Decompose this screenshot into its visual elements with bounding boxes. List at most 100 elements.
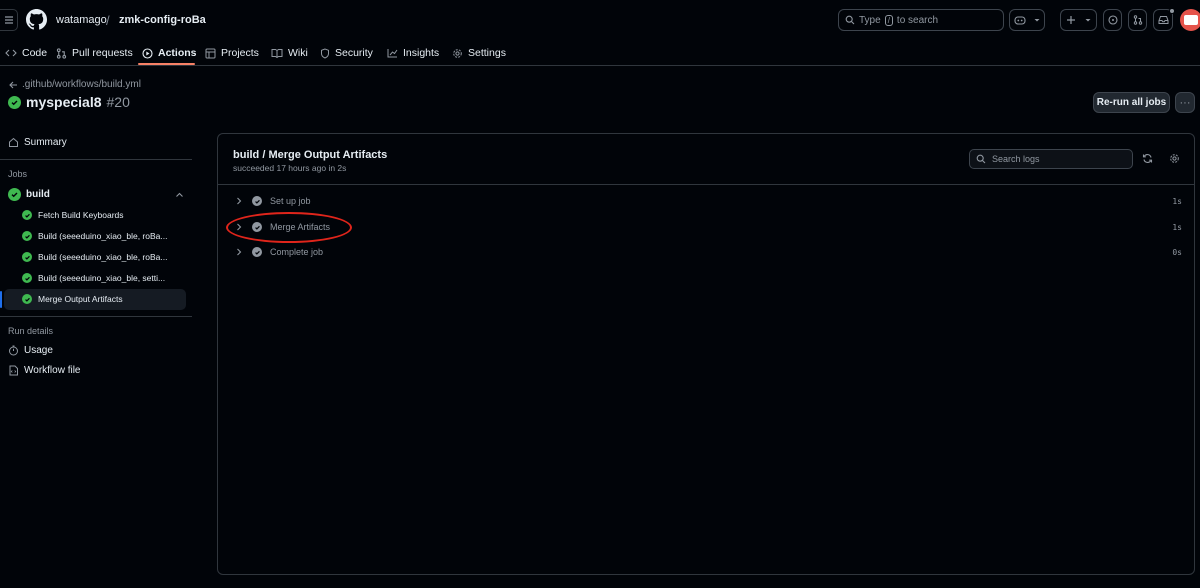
- run-details-heading: Run details: [8, 326, 54, 336]
- sidebar-divider: [0, 316, 192, 317]
- job-title: build / Merge Output Artifacts: [233, 149, 388, 161]
- top-bar: watamago / zmk-config-roBa Type / to sea…: [0, 0, 1200, 40]
- graph-icon: [387, 49, 398, 58]
- github-logo-icon[interactable]: [26, 9, 47, 30]
- more-options-button[interactable]: ···: [1175, 92, 1195, 113]
- search-logs-placeholder: Search logs: [992, 154, 1040, 164]
- sidebar-job-merge-output-artifacts[interactable]: Merge Output Artifacts: [22, 289, 123, 309]
- tab-security[interactable]: Security: [320, 44, 373, 62]
- search-logs-input[interactable]: Search logs: [969, 149, 1133, 169]
- sidebar-job-build-2[interactable]: Build (seeeduino_xiao_ble, roBa...: [22, 247, 167, 267]
- issue-opened-icon: [1107, 15, 1118, 25]
- chevron-down-icon: [1034, 19, 1040, 22]
- check-circle-icon: [8, 95, 21, 109]
- tab-code[interactable]: Code: [5, 44, 47, 62]
- search-shortcut-key: /: [884, 14, 893, 26]
- job-logs-panel: build / Merge Output Artifacts succeeded…: [217, 133, 1195, 575]
- workflow-path: .github/workflows/build.yml: [22, 79, 141, 90]
- copilot-button[interactable]: [1009, 9, 1045, 31]
- job-group-label: build: [26, 189, 50, 200]
- sidebar-job-build-3[interactable]: Build (seeeduino_xiao_ble, setti...: [22, 268, 165, 288]
- step-name: Complete job: [270, 247, 324, 257]
- sidebar-item-workflow-file[interactable]: Workflow file: [8, 365, 81, 376]
- step-row-set-up-job[interactable]: Set up job 1s: [234, 192, 1182, 210]
- inbox-icon: [1158, 16, 1168, 24]
- rerun-all-jobs-button[interactable]: Re-run all jobs: [1093, 92, 1170, 113]
- git-pull-request-icon: [56, 47, 67, 59]
- step-row-complete-job[interactable]: Complete job 0s: [234, 243, 1182, 261]
- step-row-merge-artifacts[interactable]: Merge Artifacts 1s: [234, 218, 1182, 236]
- step-name: Set up job: [270, 196, 311, 206]
- sidebar-job-build-1[interactable]: Build (seeeduino_xiao_ble, roBa...: [22, 226, 167, 246]
- issues-button[interactable]: [1103, 9, 1122, 31]
- chevron-right-icon: [237, 197, 242, 205]
- tab-actions[interactable]: Actions: [142, 44, 197, 62]
- menu-button[interactable]: [0, 9, 18, 31]
- run-name: myspecial8: [26, 94, 102, 110]
- search-icon: [976, 154, 986, 164]
- jobs-heading: Jobs: [8, 169, 28, 179]
- stopwatch-icon: [9, 345, 18, 356]
- play-icon: [142, 47, 153, 59]
- sidebar-item-summary[interactable]: Summary: [8, 137, 67, 148]
- search-icon: [845, 15, 855, 25]
- check-circle-icon: [22, 273, 32, 283]
- hamburger-icon: [4, 16, 13, 24]
- tab-label: Projects: [221, 47, 259, 59]
- code-icon: [5, 49, 17, 57]
- job-header: build / Merge Output Artifacts succeeded…: [218, 134, 1194, 185]
- run-title: myspecial8 #20: [8, 94, 130, 110]
- tab-label: Pull requests: [72, 47, 133, 59]
- sidebar-item-label: Workflow file: [24, 365, 81, 376]
- check-circle-icon: [252, 196, 262, 206]
- create-new-button[interactable]: [1060, 9, 1097, 31]
- red-circle-annotation: [226, 212, 352, 243]
- job-label: Build (seeeduino_xiao_ble, setti...: [38, 273, 166, 283]
- owner-link[interactable]: watamago: [56, 14, 107, 26]
- tab-pull-requests[interactable]: Pull requests: [56, 44, 133, 62]
- tab-wiki[interactable]: Wiki: [271, 44, 308, 62]
- chevron-up-icon: [176, 192, 183, 197]
- sidebar-item-usage[interactable]: Usage: [8, 345, 53, 356]
- repo-link[interactable]: zmk-config-roBa: [119, 14, 206, 26]
- step-duration: 1s: [1172, 222, 1182, 232]
- check-circle-icon: [22, 231, 32, 241]
- tab-label: Wiki: [288, 47, 308, 59]
- step-duration: 0s: [1172, 247, 1182, 257]
- tab-label: Security: [335, 47, 373, 59]
- app-header: watamago / zmk-config-roBa Type / to sea…: [0, 0, 1200, 66]
- refresh-icon[interactable]: [1142, 153, 1153, 164]
- pull-requests-button[interactable]: [1128, 9, 1147, 31]
- sidebar-job-group-build[interactable]: build: [8, 188, 184, 201]
- check-circle-icon: [252, 247, 262, 257]
- notification-indicator: [1169, 8, 1175, 14]
- tab-settings[interactable]: Settings: [452, 44, 506, 62]
- user-avatar[interactable]: [1180, 9, 1200, 31]
- step-duration: 1s: [1172, 196, 1182, 206]
- table-icon: [205, 48, 216, 58]
- check-circle-icon: [22, 210, 32, 220]
- chevron-down-icon: [1085, 19, 1091, 22]
- sidebar-item-label: Usage: [24, 345, 53, 356]
- gear-icon: [453, 48, 462, 58]
- run-number: #20: [106, 94, 130, 110]
- job-status-text: succeeded 17 hours ago in 2s: [233, 163, 347, 173]
- gear-icon[interactable]: [1169, 153, 1180, 164]
- sidebar-job-fetch-build-keyboards[interactable]: Fetch Build Keyboards: [22, 205, 124, 225]
- back-to-workflow-link[interactable]: .github/workflows/build.yml: [9, 79, 141, 90]
- job-label: Build (seeeduino_xiao_ble, roBa...: [38, 231, 168, 241]
- check-circle-icon: [22, 294, 32, 304]
- job-label: Merge Output Artifacts: [38, 294, 123, 304]
- tab-label: Actions: [158, 47, 197, 59]
- global-search-input[interactable]: Type / to search: [838, 9, 1004, 31]
- tab-projects[interactable]: Projects: [205, 44, 259, 62]
- plus-icon: [1066, 16, 1075, 24]
- active-tab-indicator: [138, 63, 195, 65]
- sidebar-item-label: Summary: [24, 137, 67, 148]
- git-pull-request-icon: [1133, 15, 1142, 25]
- file-code-icon: [9, 365, 18, 376]
- tab-insights[interactable]: Insights: [387, 44, 439, 62]
- job-label: Fetch Build Keyboards: [38, 210, 124, 220]
- shield-icon: [321, 47, 329, 59]
- search-suffix: to search: [896, 14, 939, 26]
